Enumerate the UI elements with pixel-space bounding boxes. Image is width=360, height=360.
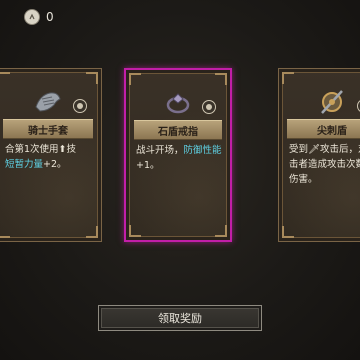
card-description: 战斗开场，防御性能 +1。 (136, 143, 222, 173)
desc-line: 伤害。 (289, 174, 318, 185)
currency-value: 0 (46, 10, 54, 24)
reward-screen: 0 骑士手套 合第1次使用⬆技 短暂力量+2。 石盾戒指 战斗开场，防御性能 +… (0, 0, 360, 360)
desc-line: +1。 (136, 160, 160, 171)
card-description: 受到🗡攻击后，对 击者造成攻击次数 伤害。 (289, 142, 360, 187)
spiked-shield-icon (321, 90, 343, 114)
desc-line: 战斗开场， (136, 145, 184, 156)
desc-highlight: 防御性能 (183, 145, 222, 156)
card-title: 石盾戒指 (158, 126, 198, 138)
gauntlet-icon (35, 92, 61, 112)
claim-reward-button[interactable]: 领取奖励 (98, 305, 262, 331)
card-title-banner: 石盾戒指 (134, 120, 222, 140)
desc-highlight: 短暂力量 (5, 159, 44, 170)
card-description: 合第1次使用⬆技 短暂力量+2。 (5, 142, 93, 172)
rarity-icon (73, 99, 87, 113)
reward-card-stone-shield-ring[interactable]: 石盾戒指 战斗开场，防御性能 +1。 (124, 68, 232, 242)
card-title: 骑士手套 (28, 125, 68, 137)
desc-line: 合第1次使用⬆技 (5, 144, 77, 155)
card-title-banner: 骑士手套 (3, 119, 93, 139)
card-title-banner: 尖刺盾 (287, 119, 360, 139)
ring-icon (166, 93, 190, 114)
card-title: 尖刺盾 (317, 125, 347, 137)
rarity-icon (202, 100, 216, 114)
desc-line: +2。 (43, 159, 67, 170)
desc-line: 击者造成攻击次数 (289, 159, 360, 170)
reward-card-spiked-shield[interactable]: 尖刺盾 受到🗡攻击后，对 击者造成攻击次数 伤害。 (278, 68, 360, 242)
claim-reward-label: 领取奖励 (158, 312, 202, 325)
desc-line: 受到🗡攻击后，对 (289, 144, 360, 155)
currency-display: 0 (24, 9, 54, 25)
reward-card-knight-gauntlet[interactable]: 骑士手套 合第1次使用⬆技 短暂力量+2。 (0, 68, 102, 242)
coin-icon (24, 9, 40, 25)
